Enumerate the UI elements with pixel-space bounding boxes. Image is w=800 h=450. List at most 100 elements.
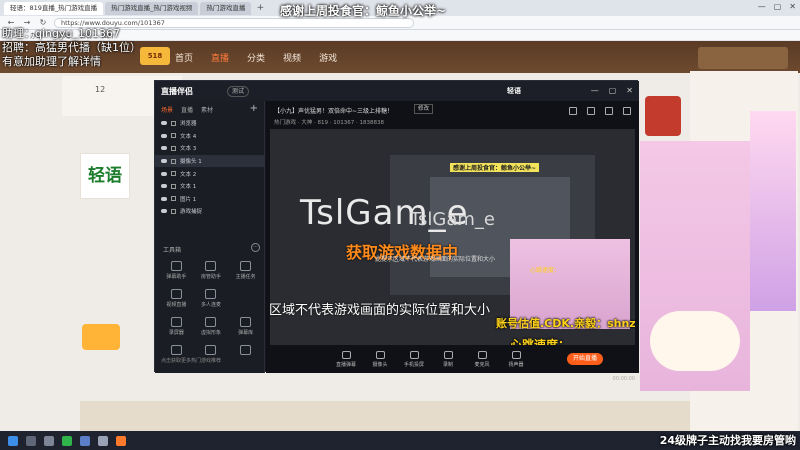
eye-icon[interactable] xyxy=(161,171,167,176)
search-icon[interactable] xyxy=(26,435,36,446)
browser-tab-3[interactable]: 热门游戏直播 xyxy=(200,1,252,15)
eye-icon[interactable] xyxy=(161,146,167,151)
tool-danmu-helper[interactable]: 弹幕助手 xyxy=(159,261,194,280)
lock-icon[interactable] xyxy=(171,158,176,164)
tool-extra-3[interactable] xyxy=(228,345,263,357)
site-logo-badge[interactable]: 518 xyxy=(140,47,170,65)
nested-thanks-banner: 感谢上周投食官：鲸鱼小公举~ xyxy=(450,163,540,172)
companion-minimize-icon[interactable]: — xyxy=(591,86,599,95)
task-view-icon[interactable] xyxy=(44,435,54,446)
maximize-icon[interactable]: ▢ xyxy=(774,2,782,11)
preview-disclaimer: 此提示区域不代表游戏画面的实际位置和大小 xyxy=(270,303,491,318)
windows-start-icon[interactable] xyxy=(8,435,18,446)
nav-video[interactable]: 视频 xyxy=(283,51,301,64)
nav-home[interactable]: 首页 xyxy=(175,51,193,64)
lock-icon[interactable] xyxy=(171,208,176,214)
eye-icon[interactable] xyxy=(161,133,167,138)
share-icon[interactable] xyxy=(623,107,631,115)
lock-icon[interactable] xyxy=(171,183,176,189)
tool-room-manager[interactable]: 房管助手 xyxy=(194,261,229,280)
nav-live[interactable]: 直播 xyxy=(211,51,229,64)
plane-app-icon[interactable] xyxy=(98,435,108,446)
tab-live[interactable]: 直播 xyxy=(181,105,193,114)
eye-icon[interactable] xyxy=(161,159,167,164)
eye-icon[interactable] xyxy=(161,121,167,126)
eye-icon[interactable] xyxy=(161,196,167,201)
steam-app-icon[interactable] xyxy=(80,435,90,446)
source-label: 文本 3 xyxy=(180,146,197,153)
minimize-icon[interactable]: — xyxy=(758,2,766,11)
browser-tab-2[interactable]: 热门游戏直播_热门游戏视频 xyxy=(105,1,199,15)
tool-danmu-lib[interactable]: 弹幕库 xyxy=(228,317,263,336)
source-row[interactable]: 图片 1 xyxy=(155,193,265,206)
eye-icon[interactable] xyxy=(161,209,167,214)
window-controls: — ▢ ✕ xyxy=(758,2,796,11)
nav-category[interactable]: 分类 xyxy=(247,51,265,64)
nested-disclaimer: 此提示区域不代表游戏画面的实际位置和大小 xyxy=(375,256,496,263)
browser-app-icon[interactable] xyxy=(62,435,72,446)
room-title: 【小九】声优猛男！双倍命中~三级上排糖！ xyxy=(274,108,394,115)
companion-close-icon[interactable]: ✕ xyxy=(626,86,633,95)
phone-cast-button[interactable]: 手机投屏 xyxy=(402,350,426,368)
tool-multi-mic[interactable]: 多人连麦 xyxy=(194,289,229,308)
tool-extra-1[interactable] xyxy=(159,345,194,357)
tool-extra-2[interactable] xyxy=(194,345,229,357)
tool-video-live[interactable]: 视频直播 xyxy=(159,289,194,308)
button-label: 麦克风 xyxy=(474,361,490,368)
eye-icon[interactable] xyxy=(161,184,167,189)
lock-icon[interactable] xyxy=(171,171,176,177)
source-label: 浏览器 xyxy=(180,121,197,128)
companion-tab-label: 轻语 xyxy=(507,87,521,95)
speaker-icon xyxy=(511,350,521,359)
live-companion-app-icon[interactable] xyxy=(116,435,126,446)
tool-avatar[interactable]: 虚拟形象 xyxy=(194,317,229,336)
camera-button[interactable]: 摄像头 xyxy=(368,350,392,368)
companion-hint[interactable]: 点击获取更多热门游戏推荐 xyxy=(161,357,221,364)
settings-icon[interactable] xyxy=(587,107,595,115)
toolbox-label: 工具箱 xyxy=(163,247,182,254)
site-nav: 首页 直播 分类 视频 游戏 xyxy=(175,51,337,64)
microphone-button[interactable]: 麦克风 xyxy=(470,350,494,368)
lock-icon[interactable] xyxy=(171,145,176,151)
side-thumbnail[interactable] xyxy=(82,324,120,350)
danmu-button[interactable]: 直播弹幕 xyxy=(334,350,358,368)
add-source-icon[interactable]: + xyxy=(250,103,258,114)
stream-preview[interactable]: 感谢上周投食官：鲸鱼小公举~ TslGam_e TslGam_e 获取游戏数据中… xyxy=(270,129,635,345)
lock-icon[interactable] xyxy=(171,133,176,139)
nav-games[interactable]: 游戏 xyxy=(319,51,337,64)
rank-banner[interactable] xyxy=(750,111,796,311)
source-label: 文本 4 xyxy=(180,133,197,140)
browser-tab-1[interactable]: 轻语：819直播_热门游戏直播 xyxy=(4,1,104,15)
layout-icon[interactable] xyxy=(605,107,613,115)
companion-left-tabs: 场景 直播 素材 xyxy=(161,105,213,114)
room-meta: 热门游戏 · 大神 · 819 · 101367 · 1838838 xyxy=(274,120,384,126)
source-row[interactable]: 浏览器 xyxy=(155,117,265,130)
nested-heartbeat: 心跳速度： xyxy=(530,267,561,274)
record-button[interactable]: 录制 xyxy=(436,350,460,368)
source-row-selected[interactable]: 摄像头 1 xyxy=(155,154,265,168)
new-tab-icon[interactable]: + xyxy=(253,3,267,13)
source-row[interactable]: 文本 1 xyxy=(155,180,265,193)
overlay-promo: 24级牌子主动找我要房管哟 xyxy=(659,434,796,447)
tool-anchor-tasks[interactable]: 主播任务 xyxy=(228,261,263,280)
companion-badge[interactable]: 测试 xyxy=(227,86,250,97)
tab-assets[interactable]: 素材 xyxy=(201,105,213,114)
tool-recorder[interactable]: 录屏器 xyxy=(159,317,194,336)
companion-maximize-icon[interactable]: ▢ xyxy=(609,86,617,95)
lock-icon[interactable] xyxy=(171,120,176,126)
source-row[interactable]: 文本 2 xyxy=(155,167,265,180)
source-row[interactable]: 游戏捕捉 xyxy=(155,205,265,218)
screen-icon[interactable] xyxy=(569,107,577,115)
speaker-button[interactable]: 扬声器 xyxy=(504,350,528,368)
close-icon[interactable]: ✕ xyxy=(789,2,796,11)
tab-scenes[interactable]: 场景 xyxy=(161,105,173,114)
toolbox-more-icon[interactable]: ··· xyxy=(251,243,260,252)
lock-icon[interactable] xyxy=(171,196,176,202)
anchor-avatar[interactable] xyxy=(645,96,681,136)
edit-room-button[interactable]: 修改 xyxy=(414,104,434,114)
source-row[interactable]: 文本 3 xyxy=(155,142,265,155)
source-row[interactable]: 文本 4 xyxy=(155,130,265,143)
start-live-button[interactable]: 开始直播 xyxy=(567,353,603,365)
user-area[interactable] xyxy=(698,47,788,69)
tsl-game-watermark-small: TslGam_e xyxy=(410,209,495,230)
